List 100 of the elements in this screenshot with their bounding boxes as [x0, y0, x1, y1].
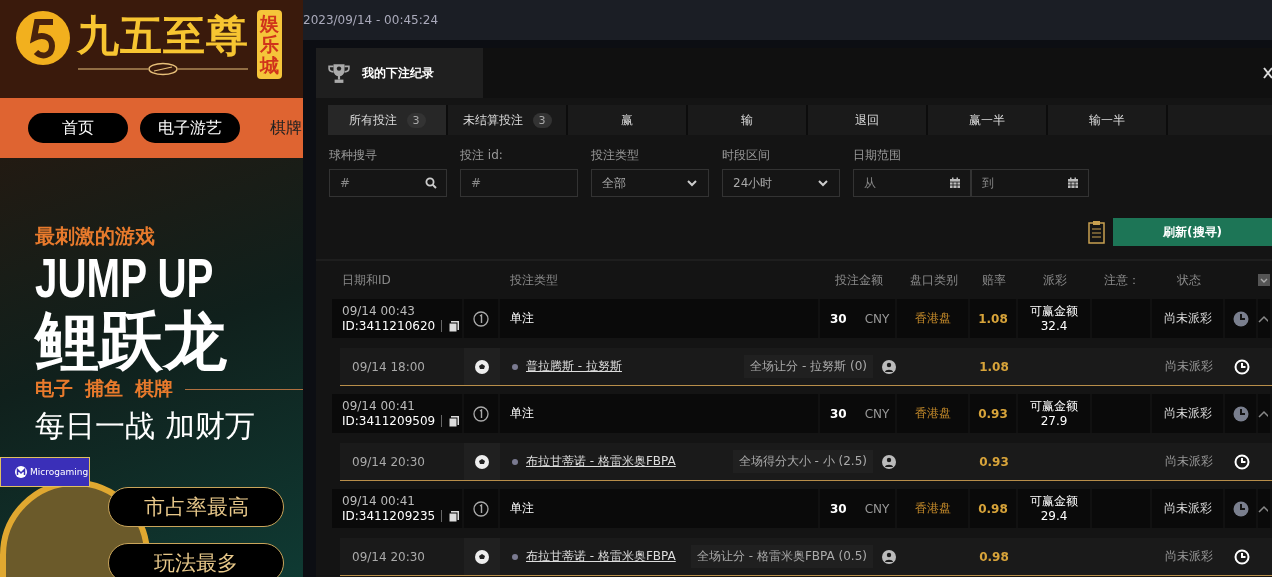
payout-label: 可赢金额 [1030, 493, 1078, 509]
banner-slogan: 每日一战 加财万 [35, 407, 256, 445]
nav-button[interactable]: 电子游艺 [140, 113, 240, 143]
clock-icon [1233, 453, 1250, 470]
bet-selection: 全场让分 - 拉努斯 (0) [744, 355, 873, 378]
match-link[interactable]: 普拉腾斯 - 拉努斯 [526, 358, 622, 375]
currency: CNY [864, 311, 890, 326]
refresh-button[interactable]: 刷新(搜寻) [1113, 218, 1272, 246]
match-link[interactable]: 布拉甘蒂诺 - 格雷米奥FBPA [526, 453, 676, 470]
bet-type: 单注 [510, 500, 534, 517]
bet-odds: 0.98 [978, 501, 1008, 516]
banner-kicker: 最刺激的游戏 [35, 223, 156, 250]
odds-format: 香港盘 [914, 405, 951, 422]
clock-icon [1232, 310, 1249, 327]
currency: CNY [864, 406, 890, 421]
logo-text: 九五至尊 [77, 10, 249, 62]
dropdown[interactable]: 全部 [591, 169, 709, 197]
bet-status: 尚未派彩 [1163, 310, 1212, 327]
column-header: 状态 [1175, 271, 1202, 289]
payout-label: 可赢金额 [1030, 398, 1078, 414]
person-icon [881, 453, 897, 470]
close-icon[interactable] [1262, 66, 1272, 80]
nav-button[interactable]: 首页 [28, 113, 128, 143]
trophy-icon [328, 62, 350, 84]
leg-status: 尚未派彩 [1164, 358, 1213, 375]
caret-up-icon[interactable] [1258, 314, 1268, 323]
bet-amount: 30 [830, 311, 847, 326]
count-badge: 3 [406, 112, 426, 128]
logo-badge: 娱乐城 [257, 10, 282, 79]
bet-amount: 30 [830, 501, 847, 516]
caret-up-icon[interactable] [1258, 504, 1268, 513]
odds-format: 香港盘 [914, 310, 951, 327]
filter-label: 日期范围 [853, 147, 902, 164]
bet-amount: 30 [830, 406, 847, 421]
copy-icon[interactable] [448, 320, 461, 332]
filter-label: 球种搜寻 [329, 147, 378, 164]
payout-value: 32.4 [1040, 318, 1068, 334]
partner-name: Microgaming [30, 467, 89, 477]
chevron-down-icon [817, 177, 829, 189]
column-header: 日期和ID [341, 271, 392, 289]
banner-tag: 电子 [35, 376, 73, 402]
leg-status: 尚未派彩 [1164, 453, 1213, 470]
bet-date: 09/14 00:41 [342, 399, 415, 413]
modal-title: 我的下注纪录 [362, 64, 434, 82]
currency: CNY [864, 501, 890, 516]
match-link[interactable]: 布拉甘蒂诺 - 格雷米奥FBPA [526, 548, 676, 565]
filter-label: 投注 id: [460, 147, 504, 164]
column-header: 派彩 [1042, 271, 1068, 289]
soccer-ball-icon [474, 358, 490, 375]
dropdown[interactable]: 24小时 [722, 169, 840, 197]
bet-id: ID:3411209235 [342, 509, 436, 523]
calendar-icon[interactable] [949, 177, 961, 189]
date-from-field[interactable]: 从 [853, 169, 971, 197]
chevron-down-icon [686, 177, 698, 189]
timestamp: 2023/09/14 - 00:45:24 [303, 13, 439, 27]
single-bet-icon [473, 500, 489, 517]
payout-label: 可赢金额 [1030, 303, 1078, 319]
copy-icon[interactable] [448, 415, 461, 427]
banner-pill: 玩法最多 [108, 543, 284, 577]
soccer-ball-icon [474, 548, 490, 565]
banner-tag: 棋牌 [135, 376, 173, 402]
column-header: 投注金额 [833, 271, 884, 289]
bet-selection: 全场得分大小 - 小 (2.5) [732, 450, 873, 473]
nav-link[interactable]: 棋牌 [270, 117, 302, 139]
sport-search-field[interactable]: # [329, 169, 447, 197]
search-icon[interactable] [425, 177, 437, 189]
leg-odds: 1.08 [979, 359, 1009, 374]
bet-id: ID:3411209509 [342, 414, 436, 428]
bet-type: 单注 [510, 310, 534, 327]
column-header: 投注类型 [509, 271, 559, 289]
date-to-field[interactable]: 到 [971, 169, 1089, 197]
copy-icon[interactable] [448, 510, 461, 522]
leg-odds: 0.93 [979, 454, 1009, 469]
payout-value: 27.9 [1040, 413, 1068, 429]
person-icon [881, 548, 897, 565]
filter-label: 投注类型 [591, 147, 640, 164]
count-badge: 3 [532, 112, 552, 128]
filter-tab[interactable]: 所有投注 3 [328, 105, 448, 135]
match-time: 09/14 18:00 [351, 359, 425, 374]
collapse-icon[interactable] [1258, 274, 1270, 286]
soccer-ball-icon [474, 453, 490, 470]
leg-status: 尚未派彩 [1164, 548, 1213, 565]
column-header: 赔率 [981, 271, 1007, 289]
bet-date: 09/14 00:43 [342, 304, 415, 318]
bet-selection: 全场让分 - 格雷米奥FBPA (0.5) [690, 545, 873, 568]
bet-type: 单注 [510, 405, 534, 422]
banner-headline: JUMP UP [35, 250, 215, 306]
caret-up-icon[interactable] [1258, 409, 1268, 418]
single-bet-icon [473, 405, 489, 422]
clipboard-icon[interactable] [1088, 220, 1105, 244]
filter-label: 时段区间 [722, 147, 771, 164]
calendar-icon[interactable] [1067, 177, 1079, 189]
column-header: 盘口类别 [908, 271, 959, 289]
match-time: 09/14 20:30 [351, 549, 425, 564]
clock-icon [1233, 548, 1250, 565]
single-bet-icon [473, 310, 489, 327]
match-time: 09/14 20:30 [351, 454, 425, 469]
odds-format: 香港盘 [914, 500, 951, 517]
m-logo-icon [15, 466, 27, 478]
bet-id-field[interactable]: # [460, 169, 578, 197]
